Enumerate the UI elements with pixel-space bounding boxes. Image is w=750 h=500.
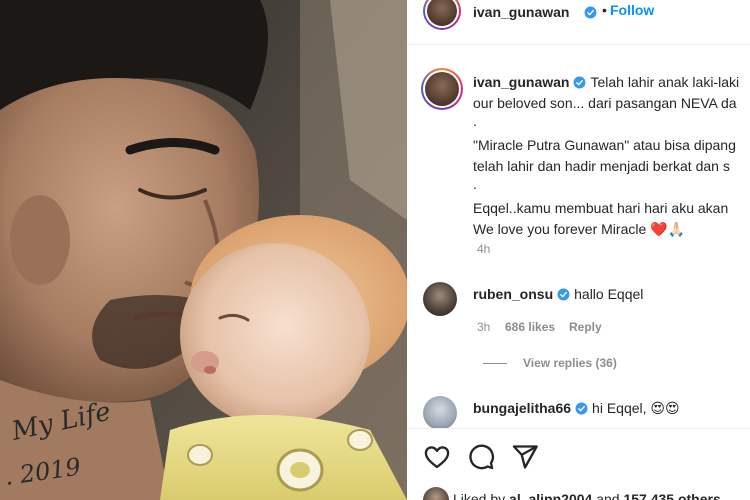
post-sidebar: ivan_gunawan • Follow ivan_gunawan Telah …: [407, 0, 750, 500]
header-username[interactable]: ivan_gunawan: [473, 4, 569, 20]
comment-username[interactable]: ruben_onsu: [473, 286, 553, 302]
verified-icon: [553, 286, 574, 302]
liked-count-link[interactable]: 157,435 others: [623, 491, 720, 500]
post-caption: ivan_gunawan Telah lahir anak laki-laki o…: [473, 72, 750, 240]
caption-text: .: [473, 176, 477, 192]
liked-prefix: Liked by: [453, 491, 510, 500]
header-avatar[interactable]: [423, 0, 461, 30]
liked-by-text: Liked by al_alinn2004 and 157,435 others: [453, 491, 721, 500]
caption-text: "Miracle Putra Gunawan" atau bisa dipang: [473, 137, 736, 153]
comment-row: bungajelitha66 hi Eqqel, 😍😍: [473, 400, 680, 417]
caption-avatar[interactable]: [421, 68, 463, 110]
share-icon[interactable]: [511, 443, 539, 471]
action-bar: Liked by al_alinn2004 and 157,435 others: [407, 428, 750, 500]
comment-row: ruben_onsu hallo Eqqel: [473, 286, 643, 302]
verified-icon: [580, 4, 597, 22]
separator-dot: •: [602, 2, 607, 18]
caption-text: Telah lahir anak laki-laki: [590, 74, 740, 90]
caption-text: We love you forever Miracle ❤️🙏🏻: [473, 221, 686, 237]
caption-text: .: [473, 113, 477, 129]
post-photo: My Life . 2019: [0, 0, 407, 500]
comment-text: hallo Eqqel: [574, 286, 644, 302]
comment-text: hi Eqqel, 😍😍: [592, 400, 680, 416]
caption-line: ivan_gunawan Telah lahir anak laki-laki: [473, 72, 750, 93]
comment-likes[interactable]: 686 likes: [505, 320, 555, 334]
post-header: ivan_gunawan • Follow: [407, 0, 750, 45]
caption-timestamp[interactable]: 4h: [477, 242, 490, 256]
verified-icon: [573, 74, 590, 90]
liked-middle: and: [592, 491, 624, 500]
caption-username[interactable]: ivan_gunawan: [473, 74, 569, 90]
comment-icon[interactable]: [467, 443, 495, 471]
caption-text: our beloved son... dari pasangan NEVA da: [473, 95, 737, 111]
divider: [483, 362, 507, 364]
caption-text: telah lahir dan hadir menjadi berkat dan…: [473, 158, 730, 174]
liked-user-link[interactable]: al_alinn2004: [509, 491, 592, 500]
comment-username[interactable]: bungajelitha66: [473, 400, 571, 416]
caption-text: Eqqel..kamu membuat hari hari aku akan: [473, 200, 729, 216]
follow-button[interactable]: Follow: [610, 2, 654, 18]
view-replies-button[interactable]: View replies (36): [483, 356, 617, 370]
liked-by-avatar[interactable]: [423, 487, 449, 500]
comment-timestamp[interactable]: 3h: [477, 320, 490, 334]
view-replies-label: View replies (36): [523, 356, 617, 370]
reply-button[interactable]: Reply: [569, 320, 602, 334]
post-image: My Life . 2019: [0, 0, 407, 500]
verified-icon: [571, 400, 592, 416]
heart-icon[interactable]: [423, 443, 451, 471]
comment-avatar[interactable]: [423, 396, 457, 430]
comment-avatar[interactable]: [423, 282, 457, 316]
